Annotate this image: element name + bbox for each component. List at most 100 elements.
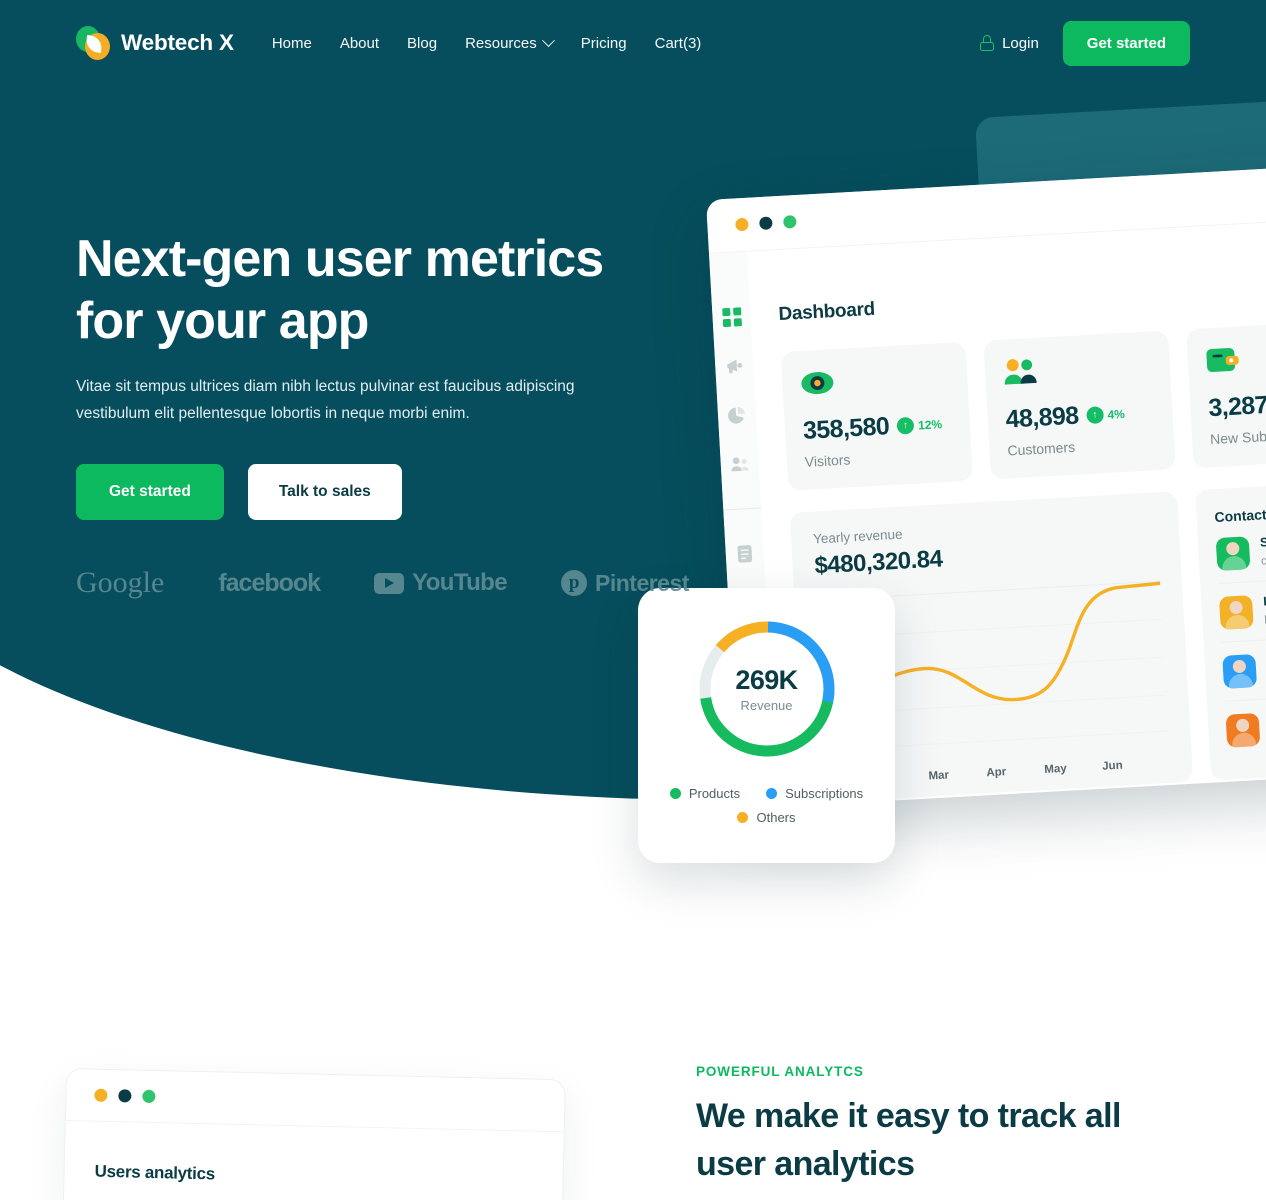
contacts-card: Contacts Sophia Lee contact@so... — [1194, 477, 1266, 781]
window-dot-dark[interactable] — [118, 1089, 132, 1103]
bottom-section-copy: POWERFUL ANALYTCS We make it easy to tra… — [696, 1064, 1216, 1188]
megaphone-icon[interactable] — [723, 355, 745, 377]
donut-legend: Products Subscriptions Others — [638, 786, 895, 825]
navbar: Webtech X Home About Blog Resources Pric… — [0, 0, 1266, 86]
stat-value-row: 358,580 ↑ 12% — [802, 409, 952, 446]
eye-icon — [800, 367, 842, 403]
chevron-down-icon — [541, 33, 555, 47]
hero-title: Next-gen user metrics for your app — [76, 228, 676, 353]
stat-value: 358,580 — [802, 412, 890, 445]
stat-card-customers: 48,898 ↑ 4% Customers — [983, 330, 1176, 480]
nav-item-home[interactable]: Home — [272, 35, 312, 52]
section-heading: We make it easy to track all user analyt… — [696, 1093, 1216, 1188]
contacts-title: Contacts — [1214, 505, 1266, 526]
users-icon[interactable] — [729, 453, 751, 475]
stat-card-visitors: 358,580 ↑ 12% Visitors — [780, 341, 974, 491]
client-logos: Google facebook YouTube p Pinterest — [76, 566, 689, 600]
nav-item-resources[interactable]: Resources — [465, 33, 555, 52]
legend-swatch-blue — [766, 788, 778, 799]
window-dot-green[interactable] — [142, 1089, 156, 1104]
pinterest-p-icon: p — [561, 570, 587, 597]
nav-item-cart[interactable]: Cart(3) — [655, 35, 702, 52]
pie-chart-icon[interactable] — [726, 404, 748, 426]
window-dot-yellow[interactable] — [735, 217, 749, 232]
avatar — [1222, 653, 1258, 689]
window-dot-green[interactable] — [782, 215, 797, 229]
dashboard-title: Dashboard — [777, 298, 876, 326]
document-icon[interactable] — [734, 543, 756, 565]
x-tick-apr: Apr — [986, 766, 1007, 780]
google-wordmark-icon: Google — [76, 566, 165, 600]
donut-value: 269K — [735, 665, 798, 695]
lock-icon — [980, 35, 995, 51]
users-analytics-window: Users analytics — [60, 1068, 566, 1200]
contact-list-item[interactable]: Andy Brown hi@andy... — [1225, 691, 1266, 760]
donut-legend-row-2: Others — [638, 810, 895, 825]
contact-email: contact@so... — [1260, 551, 1266, 568]
hero-cta-group: Get started Talk to sales — [76, 464, 676, 521]
nav-links: Home About Blog Resources Pricing Cart(3… — [272, 33, 702, 52]
stat-delta: ↑ 4% — [1086, 405, 1126, 425]
donut-chart: 269K Revenue — [692, 614, 842, 764]
nav-item-blog[interactable]: Blog — [407, 35, 437, 52]
hero-content: Next-gen user metrics for your app Vitae… — [76, 228, 689, 600]
sidebar-divider — [723, 507, 762, 511]
stat-value-row: 48,898 ↑ 4% — [1005, 397, 1155, 434]
nav-item-pricing[interactable]: Pricing — [581, 35, 627, 52]
pinterest-label: Pinterest — [595, 569, 689, 596]
window-dot-dark[interactable] — [759, 216, 773, 231]
contact-name: Sophia Lee — [1259, 532, 1266, 550]
brand-logo[interactable]: Webtech X — [76, 26, 234, 60]
stat-cards: 358,580 ↑ 12% Visitors 48,898 ↑ 4% Custo… — [780, 317, 1266, 491]
stat-label: Visitors — [804, 451, 851, 470]
x-tick-may: May — [1044, 762, 1068, 776]
donut-caption: Revenue — [740, 698, 793, 713]
legend-label: Subscriptions — [785, 786, 864, 801]
facebook-wordmark-icon: facebook — [218, 568, 321, 597]
contact-list-item[interactable]: John Doe contact@jo... — [1221, 632, 1266, 702]
stat-delta-value: 12% — [917, 416, 943, 433]
arrow-up-icon: ↑ — [896, 416, 915, 435]
get-started-button-nav[interactable]: Get started — [1062, 20, 1190, 66]
stat-delta: ↑ 12% — [896, 415, 943, 435]
nav-actions: Login Get started — [980, 20, 1190, 66]
contact-list-item[interactable]: Lily White hey@lily... — [1218, 573, 1266, 643]
youtube-label: YouTube — [412, 569, 508, 597]
section-heading-line2: user analytics — [696, 1144, 915, 1183]
x-tick-jun: Jun — [1101, 759, 1124, 773]
contact-list-item[interactable]: Sophia Lee contact@so... — [1214, 514, 1266, 585]
legend-label: Others — [756, 810, 796, 825]
users-analytics-body: Users analytics — [62, 1121, 563, 1200]
avatar — [1215, 535, 1251, 571]
youtube-play-icon — [374, 572, 405, 594]
stat-delta-value: 4% — [1107, 406, 1126, 422]
hero-talk-to-sales-button[interactable]: Talk to sales — [247, 464, 402, 521]
nav-item-about[interactable]: About — [340, 35, 379, 52]
section-eyebrow: POWERFUL ANALYTCS — [696, 1064, 864, 1079]
login-link[interactable]: Login — [980, 35, 1039, 52]
hero-get-started-button[interactable]: Get started — [76, 464, 224, 521]
legend-item-products: Products — [669, 786, 741, 801]
legend-item-others: Others — [737, 810, 796, 825]
pinterest-logo-icon: p Pinterest — [561, 570, 689, 597]
stat-label: Customers — [1007, 438, 1076, 459]
legend-label: Products — [688, 786, 741, 801]
window-dot-yellow[interactable] — [94, 1088, 108, 1102]
login-label: Login — [1002, 34, 1039, 52]
donut-legend-row-1: Products Subscriptions — [638, 786, 895, 801]
landing-page: Webtech X Home About Blog Resources Pric… — [0, 0, 1266, 1200]
brand-name: Webtech X — [121, 30, 234, 55]
x-tick-mar: Mar — [928, 769, 950, 783]
stat-card-new-subscribers: 3,287 ↑ 8% New Subscribers — [1185, 319, 1266, 469]
legend-item-subscriptions: Subscriptions — [766, 786, 863, 801]
leaf-circles-logo-icon — [76, 26, 110, 60]
arrow-up-icon: ↑ — [1086, 406, 1104, 425]
legend-swatch-green — [669, 788, 681, 799]
users-analytics-title: Users analytics — [94, 1161, 216, 1184]
grid-icon[interactable] — [721, 306, 743, 328]
people-icon — [1002, 355, 1044, 391]
contact-text: Sophia Lee contact@so... — [1259, 530, 1266, 570]
hero-title-line2: for your app — [76, 292, 369, 351]
wallet-icon — [1205, 344, 1247, 380]
stat-value: 3,287 — [1207, 390, 1266, 423]
